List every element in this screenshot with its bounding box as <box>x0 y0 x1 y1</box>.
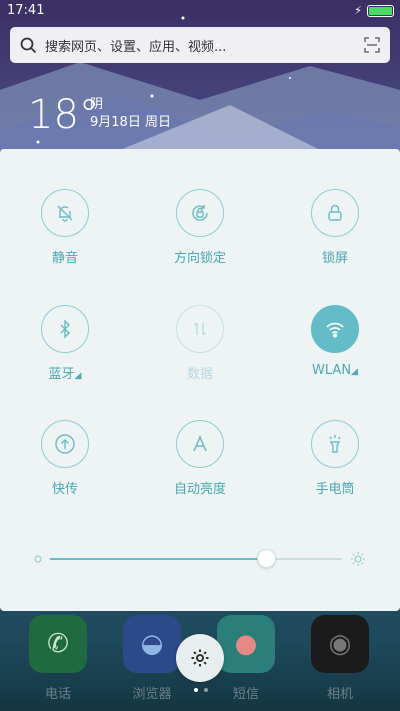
toggle-label: 数据 <box>186 367 213 382</box>
toggle-label: 锁屏 <box>321 251 348 266</box>
battery-level <box>369 6 392 15</box>
bell-off-icon <box>41 189 89 237</box>
brightness-track-fill <box>50 558 267 560</box>
upload-icon <box>41 420 89 468</box>
toggle-label: WLAN◢ <box>312 363 358 378</box>
toggle-quick-transfer[interactable]: 快传 <box>10 420 120 520</box>
data-arrows-icon <box>176 305 224 353</box>
dock-app-phone[interactable]: ✆ 电话 <box>18 615 98 702</box>
dock-app-label: 电话 <box>44 687 71 702</box>
camera-icon: ◉ <box>311 615 369 673</box>
toggle-wlan[interactable]: WLAN◢ <box>280 305 390 405</box>
brightness-thumb[interactable] <box>256 549 276 568</box>
toggle-mobile-data[interactable]: 数据 <box>145 305 255 405</box>
settings-button[interactable] <box>176 634 224 682</box>
toggle-label: 方向锁定 <box>173 251 226 266</box>
dock-app-label: 浏览器 <box>132 687 172 702</box>
page-dot-active <box>194 688 198 692</box>
rotation-lock-icon <box>176 189 224 237</box>
bluetooth-icon <box>41 305 89 353</box>
toggle-label: 快传 <box>51 482 78 497</box>
toggle-silent[interactable]: 静音 <box>10 189 120 289</box>
weather-widget[interactable]: 18° 阴 9月18日 周日 <box>28 92 171 138</box>
submenu-triangle-icon: ◢ <box>74 371 82 381</box>
status-time: 17:41 <box>7 3 45 18</box>
search-icon <box>20 37 37 53</box>
search-placeholder: 搜索网页、设置、应用、视频... <box>45 39 227 55</box>
page-indicator <box>194 688 208 692</box>
toggle-label: 自动亮度 <box>173 482 226 497</box>
lock-icon <box>311 189 359 237</box>
dock-app-camera[interactable]: ◉ 相机 <box>300 615 380 702</box>
wifi-icon <box>311 305 359 353</box>
toggle-label: 手电筒 <box>315 482 355 497</box>
flashlight-icon <box>311 420 359 468</box>
submenu-triangle-icon: ◢ <box>351 367 358 377</box>
phone-icon: ✆ <box>29 615 87 673</box>
battery-icon <box>367 4 394 17</box>
weather-date: 9月18日 周日 <box>90 115 171 130</box>
browser-icon: ◒ <box>123 615 181 673</box>
brightness-low-icon <box>34 555 42 563</box>
toggle-rotation-lock[interactable]: 方向锁定 <box>145 189 255 289</box>
toggle-bluetooth[interactable]: 蓝牙◢ <box>10 305 120 405</box>
message-icon: ● <box>217 615 275 673</box>
quick-settings-panel: 静音 方向锁定 锁屏 蓝牙◢ 数据 WLAN◢ 快传 自动亮度 手电筒 <box>0 149 400 611</box>
charging-icon: ⚡ <box>354 4 362 17</box>
toggle-auto-brightness[interactable]: 自动亮度 <box>145 420 255 520</box>
scan-icon[interactable] <box>364 37 380 53</box>
weather-temperature: 18° <box>28 92 99 138</box>
status-bar: 17:41 ⚡ <box>0 0 400 22</box>
auto-brightness-icon <box>176 420 224 468</box>
toggle-flashlight[interactable]: 手电筒 <box>280 420 390 520</box>
toggle-lock-screen[interactable]: 锁屏 <box>280 189 390 289</box>
page-dot <box>204 688 208 692</box>
toggle-label: 蓝牙◢ <box>48 367 82 382</box>
brightness-slider[interactable] <box>30 547 370 571</box>
gear-icon <box>191 649 209 667</box>
weather-condition: 阴 <box>90 97 104 112</box>
dock-app-label: 相机 <box>326 687 353 702</box>
search-bar[interactable]: 搜索网页、设置、应用、视频... <box>10 27 390 63</box>
brightness-high-icon <box>351 552 365 566</box>
toggle-label: 静音 <box>51 251 78 266</box>
dock-app-label: 短信 <box>232 687 259 702</box>
